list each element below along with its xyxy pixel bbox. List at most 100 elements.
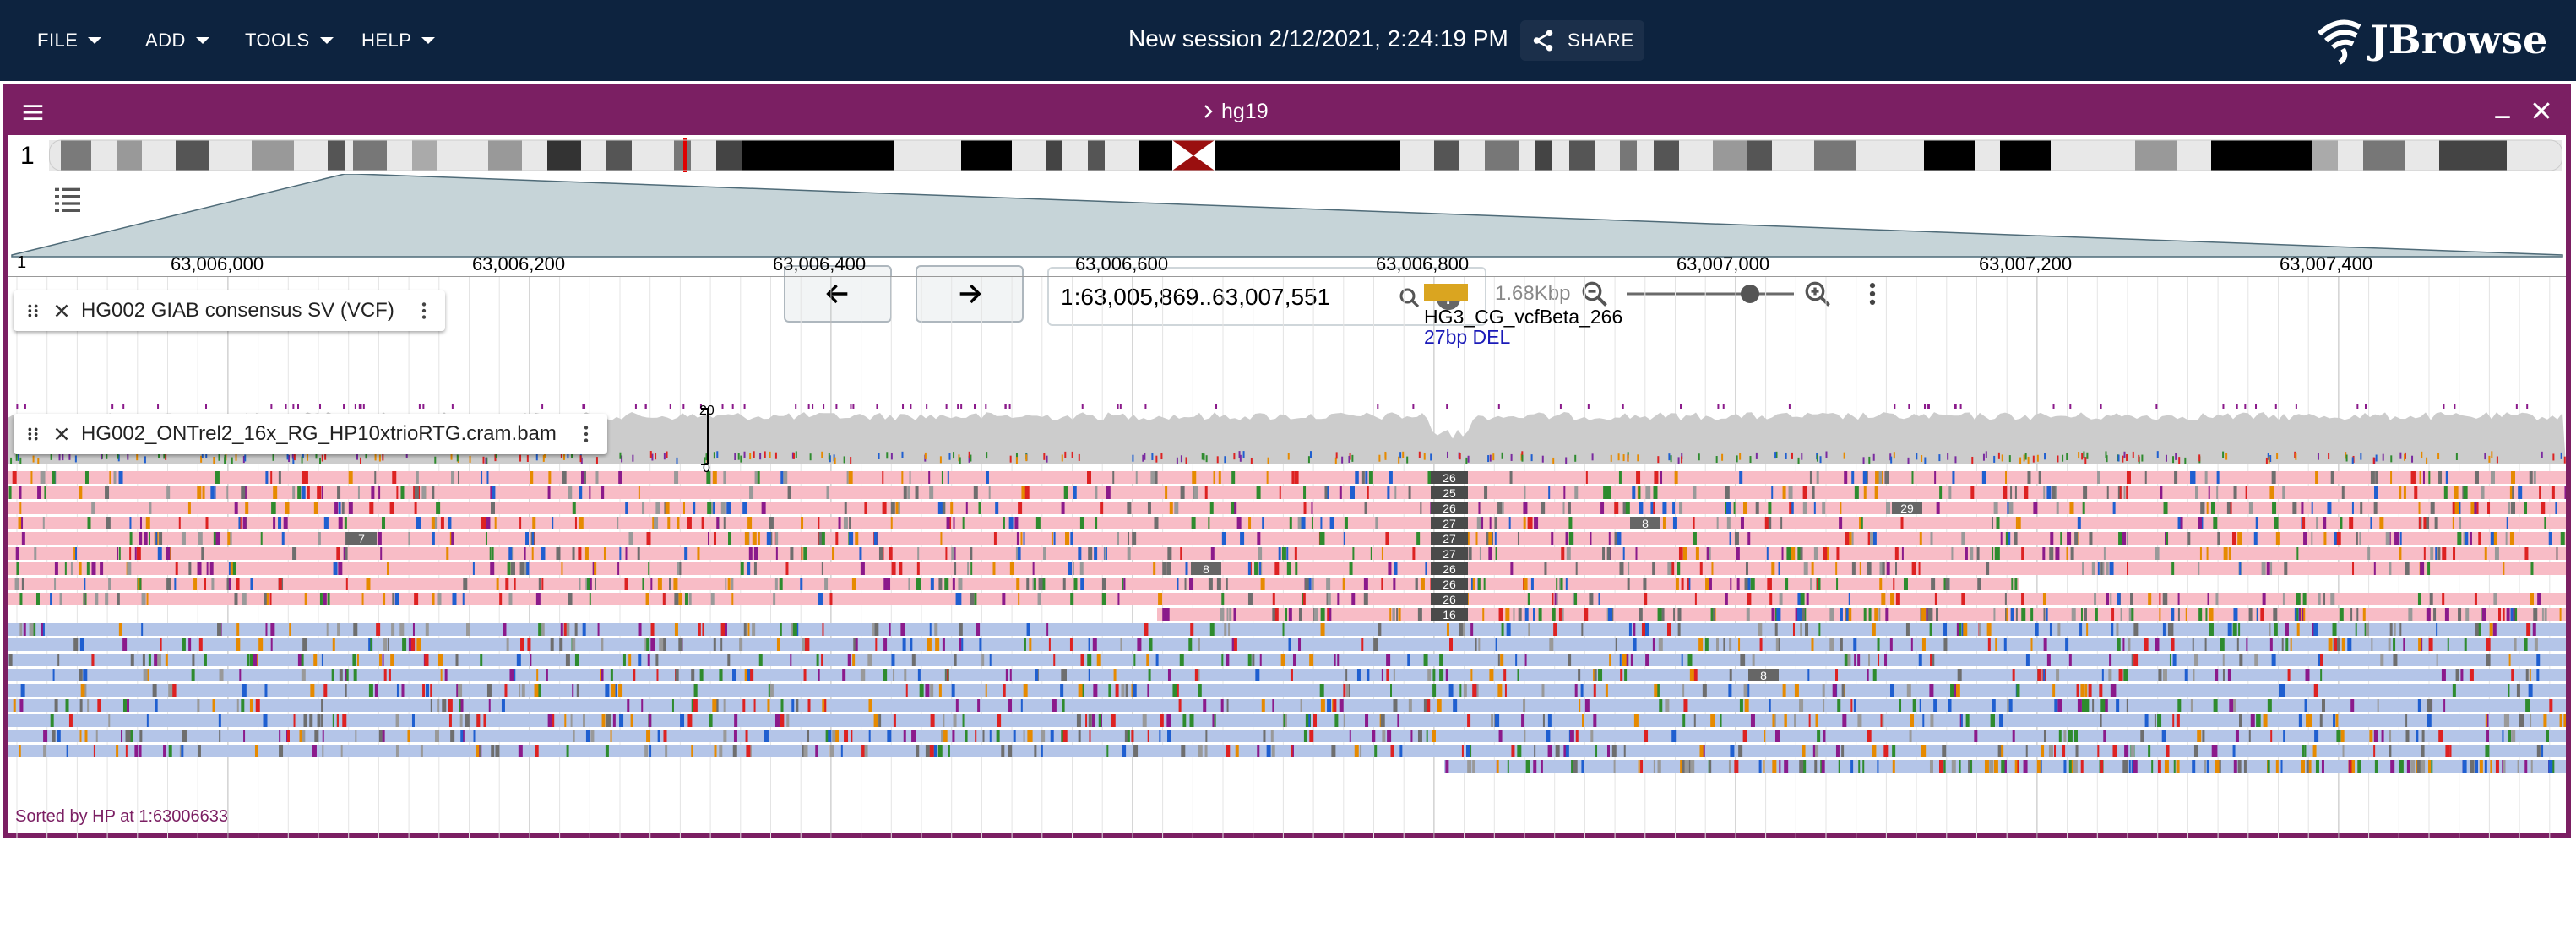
read-mismatch xyxy=(928,471,931,484)
read-mismatch xyxy=(1780,517,1783,529)
read-mismatch xyxy=(1918,654,1922,666)
read-mismatch xyxy=(663,730,667,742)
close-icon[interactable] xyxy=(2529,98,2554,123)
read-mismatch xyxy=(105,486,110,499)
read-mismatch xyxy=(1699,745,1704,757)
read-mismatch xyxy=(2305,669,2310,681)
read-mismatch xyxy=(2046,654,2051,666)
coverage-snp xyxy=(272,453,274,461)
read-mismatch xyxy=(1528,623,1530,636)
share-button[interactable]: SHARE xyxy=(1520,20,1644,61)
tools-menu[interactable]: TOOLS xyxy=(245,27,334,54)
session-title[interactable]: New session 2/12/2021, 2:24:19 PM xyxy=(1128,25,1508,52)
read-mismatch xyxy=(693,684,698,697)
alignments-display[interactable]: 26252627272726262616298878 xyxy=(8,404,2566,792)
read-mismatch xyxy=(1608,532,1611,545)
read-mismatch xyxy=(1745,562,1748,575)
coverage-snp xyxy=(235,453,237,461)
read-mismatch xyxy=(1343,532,1345,545)
track-selector-icon[interactable] xyxy=(51,182,84,216)
add-menu[interactable]: ADD xyxy=(145,27,209,54)
read-mismatch xyxy=(1609,654,1611,666)
read-mismatch xyxy=(1393,669,1395,681)
sv-feature-glyph[interactable] xyxy=(1424,284,1468,301)
insertion-marker xyxy=(945,404,948,409)
read-mismatch xyxy=(1837,699,1841,712)
view-assembly-name[interactable]: hg19 xyxy=(1221,100,1269,124)
read-mismatch xyxy=(1337,593,1340,605)
insertion-marker xyxy=(1959,404,1962,409)
tracks-area[interactable]: HG3_CG_vcfBeta_266 27bp DEL 26 25 26 27 27 27… xyxy=(8,277,2566,838)
read-mismatch xyxy=(1645,654,1649,666)
read-mismatch xyxy=(970,547,973,560)
insertion-marker xyxy=(2526,404,2529,409)
read-mismatch xyxy=(1729,638,1732,651)
read-mismatch xyxy=(645,593,649,605)
read-mismatch xyxy=(491,745,495,757)
read-mismatch xyxy=(1373,638,1378,651)
read-mismatch xyxy=(889,547,893,560)
read-mismatch xyxy=(916,745,920,757)
coverage-snp xyxy=(1668,453,1671,461)
read-mismatch xyxy=(1408,699,1412,712)
read-mismatch xyxy=(1769,593,1773,605)
close-track-icon[interactable] xyxy=(51,300,73,322)
read-mismatch xyxy=(1997,547,2000,560)
read-mismatch xyxy=(2274,623,2278,636)
read-mismatch xyxy=(1432,669,1436,681)
read-mismatch xyxy=(490,486,492,499)
read-mismatch xyxy=(2321,699,2325,712)
read-mismatch xyxy=(843,517,848,529)
read-mismatch xyxy=(508,593,513,605)
read-mismatch xyxy=(1009,669,1012,681)
read-mismatch xyxy=(2511,669,2514,681)
read-mismatch xyxy=(1309,654,1314,666)
coverage-snp xyxy=(165,453,167,460)
read-mismatch xyxy=(100,562,104,575)
coverage-snp xyxy=(821,451,823,458)
read-mismatch xyxy=(34,547,37,560)
track-menu-icon[interactable] xyxy=(575,423,597,445)
read-mismatch xyxy=(18,517,22,529)
drag-handle-icon[interactable] xyxy=(24,300,42,322)
read-mismatch xyxy=(2470,502,2475,514)
read-mismatch xyxy=(589,593,591,605)
coverage-snp xyxy=(2560,452,2562,459)
track-menu-icon[interactable] xyxy=(413,300,435,322)
read-mismatch xyxy=(1933,699,1937,712)
read-mismatch xyxy=(510,562,515,575)
insertion-marker xyxy=(823,404,825,409)
read-mismatch xyxy=(1889,684,1894,697)
drag-handle-icon[interactable] xyxy=(24,423,42,445)
read-mismatch xyxy=(2014,760,2018,773)
read-mismatch xyxy=(2479,760,2483,773)
read-mismatch xyxy=(1476,517,1481,529)
read-mismatch xyxy=(1943,760,1946,773)
read-mismatch xyxy=(1165,486,1168,499)
read-mismatch xyxy=(75,547,78,560)
track-label-vcf[interactable]: HG002 GIAB consensus SV (VCF) xyxy=(14,290,445,331)
read-mismatch xyxy=(2077,517,2081,529)
read-mismatch xyxy=(2099,684,2103,697)
read-mismatch xyxy=(1892,760,1895,773)
track-label-alignments[interactable]: HG002_ONTrel2_16x_RG_HP10xtrioRTG.cram.b… xyxy=(14,414,607,454)
read-mismatch xyxy=(2025,745,2028,757)
read-mismatch xyxy=(878,714,882,727)
help-menu[interactable]: HELP xyxy=(361,27,436,54)
minimize-icon[interactable] xyxy=(2490,98,2515,123)
read-mismatch xyxy=(2236,638,2239,651)
file-menu[interactable]: FILE xyxy=(37,27,102,54)
chromosome-ideogram[interactable] xyxy=(49,138,2562,172)
feature-description: 27bp DEL xyxy=(1424,326,1511,348)
read-mismatch xyxy=(1020,532,1023,545)
read-mismatch xyxy=(930,578,934,590)
close-track-icon[interactable] xyxy=(51,423,73,445)
read-mismatch xyxy=(977,699,981,712)
read-mismatch xyxy=(2564,486,2566,499)
ideogram-band xyxy=(691,140,716,171)
read-mismatch xyxy=(619,714,624,727)
coverage-snp xyxy=(2351,457,2354,464)
read-mismatch xyxy=(331,669,334,681)
read-mismatch xyxy=(1672,517,1677,529)
menu-icon[interactable] xyxy=(20,100,46,125)
